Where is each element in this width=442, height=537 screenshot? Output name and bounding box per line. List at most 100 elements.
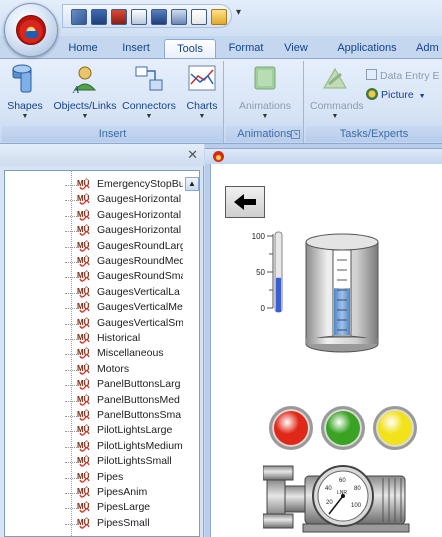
tree-item-label: GaugesHorizontal [97, 208, 182, 221]
charts-label: Charts [186, 100, 218, 112]
edit-icon[interactable] [111, 9, 127, 25]
tree-item[interactable]: MÛ GaugesRoundLarg [5, 239, 185, 255]
symbol-folder-icon: MÛ [77, 424, 92, 438]
gauge-tick-label: 60 [339, 478, 346, 484]
tree-item[interactable]: MÛ PilotLightsSmall [5, 454, 185, 470]
shapes-button-label: Shapes [7, 100, 43, 112]
tree-item[interactable]: MÛ GaugesRoundSma [5, 269, 185, 285]
tree-item[interactable]: MÛ GaugesHorizontal [5, 192, 185, 208]
tree-item-label: EmergencyStopBu [97, 178, 183, 190]
tree-connector [65, 385, 77, 387]
commands-label: Commands [310, 100, 364, 112]
tree-item[interactable]: MÛ PanelButtonsMed [5, 393, 185, 409]
layout-icon[interactable] [131, 9, 147, 25]
close-icon[interactable]: ✕ [187, 147, 198, 163]
grid-icon[interactable] [171, 9, 187, 25]
animations-group-text: Animations [237, 128, 292, 140]
tree-item[interactable]: MÛ PipesLarge [5, 500, 185, 516]
dropdown-arrow-icon: ▼ [261, 113, 269, 120]
new-document-icon[interactable] [191, 9, 207, 25]
tree-item-label: GaugesRoundMed [97, 255, 183, 267]
thermometer: 100 50 0 [252, 231, 283, 313]
picture-button[interactable]: Picture ▼ [366, 88, 426, 101]
back-button[interactable] [225, 186, 265, 218]
data-entry-label: Data Entry E [380, 70, 440, 82]
tree-item-label: PilotLightsLarge [97, 424, 173, 437]
tree-item[interactable]: MÛ GaugesVerticalMe [5, 300, 185, 316]
tree-item-label: GaugesHorizontal [97, 224, 182, 237]
tab-tools[interactable]: Tools [164, 39, 216, 58]
scroll-up-arrow-icon[interactable]: ▲ [185, 177, 199, 191]
tree-item[interactable]: MÛ PipesAnim [5, 485, 185, 501]
save-icon[interactable] [91, 9, 107, 25]
tree-connector [65, 231, 77, 233]
thermometer-level [276, 277, 281, 312]
pump-motor[interactable]: 20 40 60 80 100 LNR [263, 458, 442, 537]
tree-item[interactable]: MÛ PanelButtonsSma [5, 408, 185, 424]
symbol-folder-icon: MÛ [77, 240, 92, 254]
thermometer-tick-label: 100 [252, 232, 266, 241]
tree-item-label: GaugesRoundLarg [97, 239, 183, 252]
commands-button[interactable]: Commands ▼ [310, 64, 364, 120]
tab-view[interactable]: View [278, 39, 314, 58]
pilot-light-green[interactable] [321, 406, 365, 450]
tree-item[interactable]: MÛ GaugesHorizontal [5, 223, 185, 239]
tree-item-label: Pipes [97, 470, 124, 483]
customize-toolbar-arrow-icon[interactable]: ▾ [236, 7, 241, 18]
tree-connector [65, 369, 77, 371]
gauge-tick-label: 100 [351, 503, 362, 509]
tree-item[interactable]: MÛ PilotLightsMedium [5, 439, 185, 455]
tree-item[interactable]: MÛ PilotLightsLarge [5, 423, 185, 439]
document-tab-bar [205, 148, 442, 164]
gauge-tick-label: 80 [354, 486, 361, 492]
tree-connector [65, 277, 77, 279]
shapes-icon [12, 64, 32, 93]
charts-button[interactable]: Charts ▼ [182, 64, 222, 120]
objects-links-button[interactable]: A Objects/Links ▼ [52, 64, 118, 120]
symbol-folder-icon: MÛ [77, 455, 92, 469]
tank-widget[interactable]: 100 50 0 [251, 224, 401, 404]
application-menu-button[interactable] [4, 3, 58, 57]
tree-item[interactable]: MÛ Miscellaneous [5, 346, 185, 362]
shapes-button[interactable]: Shapes ▼ [4, 64, 46, 120]
pilot-light-red[interactable] [269, 406, 313, 450]
data-entry-button[interactable]: Data Entry E [366, 69, 440, 82]
tree-item[interactable]: MÛ EmergencyStopBu [5, 177, 185, 193]
tree-item-label: Miscellaneous [97, 347, 164, 360]
animations-icon [254, 66, 276, 90]
display-canvas[interactable]: 100 50 0 20 40 60 80 100 LNR [210, 164, 442, 537]
symbol-folder-icon: MÛ [77, 332, 92, 346]
tree-item[interactable]: MÛ Historical [5, 331, 185, 347]
tab-admin[interactable]: Adm [416, 39, 442, 58]
tab-applications[interactable]: Applications [328, 39, 406, 58]
monitor-icon[interactable] [151, 9, 167, 25]
tree-item-label: GaugesRoundSma [97, 270, 183, 283]
chart-icon [188, 65, 216, 91]
ribbon-group-insert: Shapes ▼ A Objects/Links ▼ Connectors ▼ [2, 61, 224, 143]
arrow-left-icon [234, 194, 256, 210]
dropdown-arrow-icon: ▼ [81, 113, 89, 120]
tree-item[interactable]: MÛ Motors [5, 362, 185, 378]
pilot-light-yellow[interactable] [373, 406, 417, 450]
tree-item-label: Historical [97, 332, 141, 344]
tree-item[interactable]: MÛ PanelButtonsLarg [5, 377, 185, 393]
symbol-library-tree[interactable]: ▲ MÛ EmergencyStopBu MÛ GaugesHorizontal MÛ G… [4, 170, 200, 537]
tree-item[interactable]: MÛ GaugesRoundMed [5, 254, 185, 270]
open-folder-icon[interactable] [211, 9, 227, 25]
tree-item[interactable]: MÛ Pipes [5, 470, 185, 486]
tree-item[interactable]: MÛ GaugesHorizontal [5, 208, 185, 224]
tab-home[interactable]: Home [58, 39, 108, 58]
connectors-button[interactable]: Connectors ▼ [120, 64, 178, 120]
tree-item[interactable]: MÛ PipesSmall [5, 516, 185, 532]
tab-format[interactable]: Format [220, 39, 272, 58]
tree-connector [65, 446, 77, 448]
commands-icon [323, 68, 347, 89]
tab-insert[interactable]: Insert [110, 39, 162, 58]
symbol-folder-icon: MÛ [77, 378, 92, 392]
wand-icon[interactable] [71, 9, 87, 25]
tree-item[interactable]: MÛ GaugesVerticalSm [5, 316, 185, 332]
dialog-launcher-icon[interactable]: ↘ [291, 130, 300, 139]
tree-item[interactable]: MÛ GaugesVerticalLa [5, 285, 185, 301]
document-icon[interactable] [213, 151, 224, 162]
animations-button[interactable]: Animations ▼ [230, 64, 300, 120]
